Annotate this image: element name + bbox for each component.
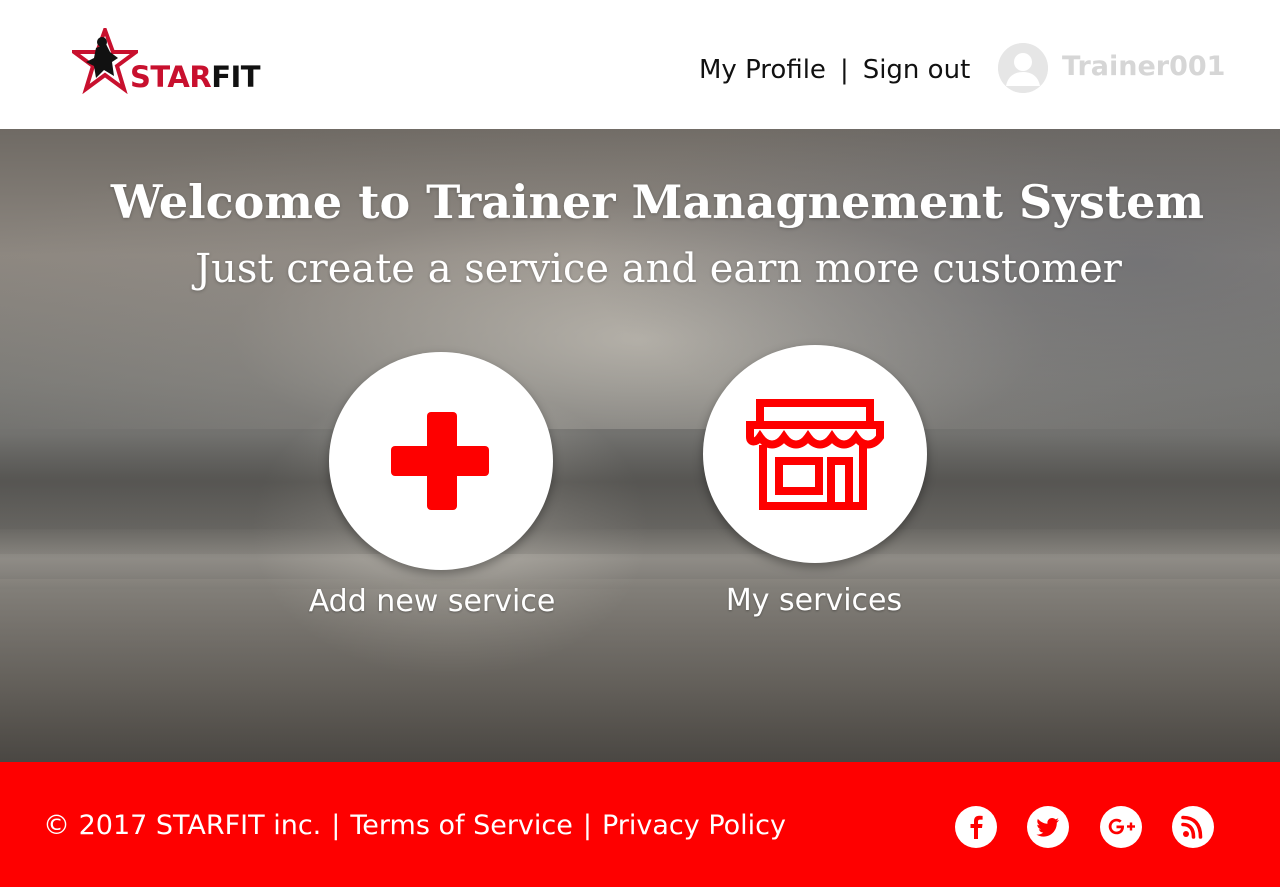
logo-wordmark: STARFIT: [130, 60, 261, 94]
my-services-label[interactable]: My services: [700, 583, 928, 618]
footer-links: © 2017 STARFIT inc. | Terms of Service |…: [43, 810, 786, 841]
footer: © 2017 STARFIT inc. | Terms of Service |…: [0, 762, 1280, 887]
hero-subtitle: Just create a service and earn more cust…: [195, 246, 1122, 292]
rss-button[interactable]: [1172, 806, 1214, 848]
facebook-button[interactable]: [955, 806, 997, 848]
hero-sand: [0, 579, 1280, 762]
plus-icon: [391, 412, 489, 510]
logo-star-text: STAR: [130, 60, 212, 94]
hero-banner: Welcome to Trainer Managnement System Ju…: [0, 129, 1280, 762]
username-label: Trainer001: [1062, 51, 1226, 82]
copyright-text: © 2017 STARFIT inc.: [43, 810, 322, 841]
top-header: STARFIT My Profile | Sign out Trainer001: [0, 0, 1280, 129]
privacy-policy-link[interactable]: Privacy Policy: [602, 810, 786, 841]
hero-title: Welcome to Trainer Managnement System: [110, 175, 1205, 229]
header-nav: My Profile | Sign out: [699, 50, 970, 90]
add-new-service-button[interactable]: [329, 352, 553, 570]
store-icon: [746, 399, 884, 510]
user-icon: [998, 43, 1048, 93]
rss-icon: [1181, 815, 1203, 839]
my-services-button[interactable]: [703, 345, 927, 563]
star-logo-icon: [67, 24, 143, 95]
google-plus-icon: [1108, 818, 1135, 835]
google-plus-button[interactable]: [1100, 806, 1142, 848]
logo-fit-text: FIT: [211, 60, 261, 94]
sign-out-link[interactable]: Sign out: [863, 55, 971, 85]
twitter-button[interactable]: [1027, 806, 1069, 848]
my-profile-link[interactable]: My Profile: [699, 55, 826, 85]
avatar[interactable]: [998, 43, 1048, 93]
footer-separator: |: [582, 810, 592, 841]
facebook-icon: [970, 815, 983, 839]
terms-of-service-link[interactable]: Terms of Service: [350, 810, 573, 841]
nav-separator: |: [839, 55, 849, 85]
footer-separator: |: [331, 810, 341, 841]
twitter-icon: [1036, 818, 1059, 837]
starfit-logo[interactable]: STARFIT: [67, 24, 272, 95]
add-new-service-label[interactable]: Add new service: [300, 584, 564, 619]
